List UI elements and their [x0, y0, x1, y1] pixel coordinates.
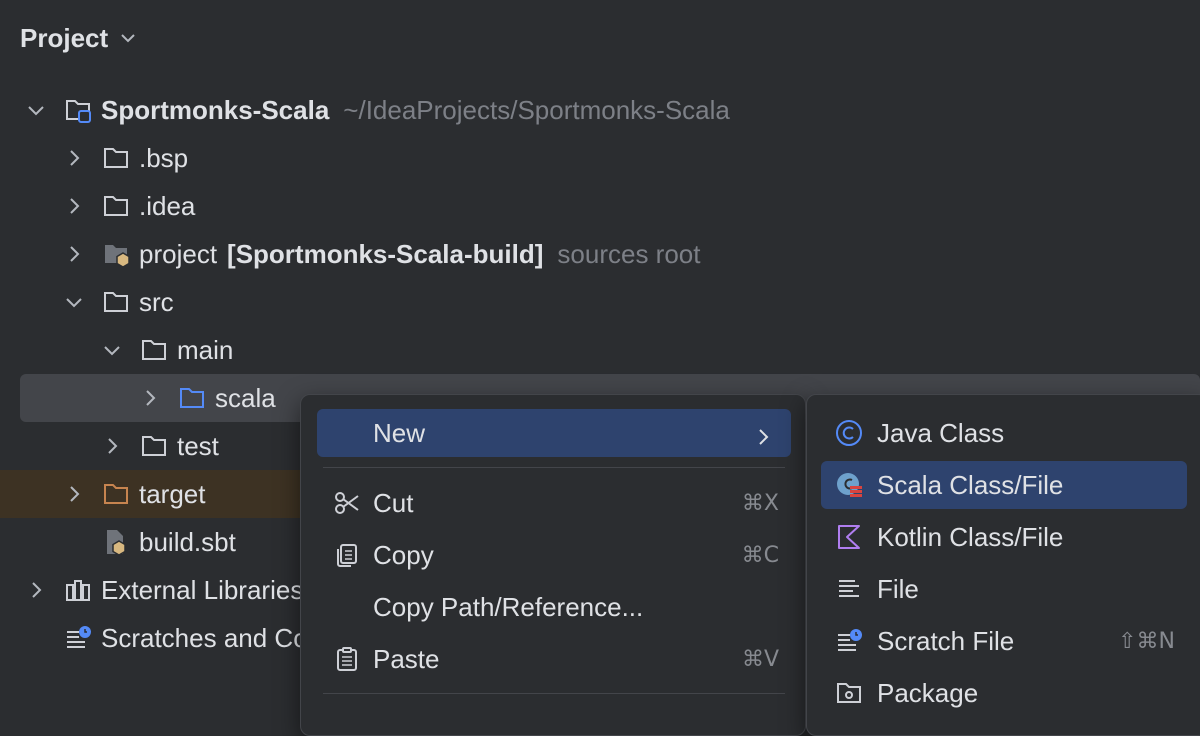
tree-item-target[interactable]: target	[64, 470, 206, 518]
menu-item-copy-path[interactable]: Copy Path/Reference...	[317, 583, 791, 631]
item-label: .idea	[139, 190, 196, 221]
menu-item-label: Scala Class/File	[877, 469, 1064, 500]
folder-icon	[102, 288, 130, 316]
item-label: .bsp	[139, 142, 189, 173]
submenu-item-scala-class[interactable]: Scala Class/File	[821, 461, 1187, 509]
menu-item-label: Copy	[373, 539, 434, 570]
scala-class-icon	[833, 469, 865, 501]
tree-item-root[interactable]: Sportmonks-Scala ~/IdeaProjects/Sportmon…	[26, 86, 730, 134]
scratch-file-icon	[833, 625, 865, 657]
menu-item-label: File	[877, 573, 919, 604]
menu-item-label: Cut	[373, 487, 414, 518]
submenu-item-kotlin-class[interactable]: Kotlin Class/File	[821, 513, 1187, 561]
submenu-item-package[interactable]: Package	[821, 669, 1187, 717]
sbt-file-icon	[102, 528, 130, 556]
menu-item-label: Java Class	[877, 417, 1005, 448]
menu-item-cut[interactable]: Cut ⌘X	[317, 479, 791, 527]
submenu-item-java-class[interactable]: Java Class	[821, 409, 1187, 457]
shortcut: ⌘V	[741, 646, 779, 672]
new-submenu: Java Class Scala Class/File Kotlin Class…	[806, 394, 1200, 736]
menu-item-label: Kotlin Class/File	[877, 521, 1064, 552]
chevron-down-icon[interactable]	[102, 340, 122, 360]
chevron-down-icon[interactable]	[26, 100, 46, 120]
item-label: project	[139, 238, 218, 269]
tree-item-bsp[interactable]: .bsp	[64, 134, 188, 182]
file-icon	[833, 573, 865, 605]
panel-title: Project	[20, 22, 109, 53]
item-label: test	[177, 430, 219, 461]
scratches-icon	[64, 624, 92, 652]
chevron-right-icon[interactable]	[64, 484, 84, 504]
item-label: External Libraries	[101, 574, 304, 605]
tree-item-test[interactable]: test	[102, 422, 219, 470]
chevron-right-icon[interactable]	[102, 436, 122, 456]
chevron-right-icon[interactable]	[64, 148, 84, 168]
library-icon	[64, 576, 92, 604]
chevron-right-icon[interactable]	[64, 244, 84, 264]
menu-item-paste[interactable]: Paste ⌘V	[317, 635, 791, 683]
chevron-right-icon[interactable]	[140, 388, 160, 408]
menu-item-label: New	[373, 417, 426, 448]
chevron-right-icon	[753, 423, 773, 454]
submenu-item-file[interactable]: File	[821, 565, 1187, 613]
package-icon	[833, 677, 865, 709]
item-label: src	[139, 286, 174, 317]
source-folder-icon	[178, 384, 206, 412]
submenu-item-scratch-file[interactable]: Scratch File ⇧⌘N	[821, 617, 1187, 665]
folder-icon	[140, 432, 168, 460]
context-menu: New Cut ⌘X Copy ⌘C Copy Path/Reference..…	[300, 394, 806, 736]
module-label: [Sportmonks-Scala-build]	[227, 238, 544, 269]
menu-item-label: Paste	[373, 643, 440, 674]
sources-root-note: sources root	[557, 238, 701, 269]
chevron-right-icon[interactable]	[26, 580, 46, 600]
item-label: build.sbt	[139, 526, 236, 557]
chevron-down-icon[interactable]	[118, 28, 138, 48]
menu-separator	[323, 693, 785, 694]
folder-icon	[102, 144, 130, 172]
menu-separator	[323, 467, 785, 468]
root-path: ~/IdeaProjects/Sportmonks-Scala	[343, 94, 730, 125]
shortcut: ⌘C	[741, 542, 779, 568]
tree-item-project[interactable]: project [Sportmonks-Scala-build] sources…	[64, 230, 700, 278]
menu-item-copy[interactable]: Copy ⌘C	[317, 531, 791, 579]
shortcut: ⇧⌘N	[1118, 628, 1175, 654]
excluded-folder-icon	[102, 480, 130, 508]
tree-item-build[interactable]: build.sbt	[64, 518, 236, 566]
scissors-icon	[331, 487, 363, 519]
tree-item-external-libraries[interactable]: External Libraries	[26, 566, 303, 614]
java-class-icon	[833, 417, 865, 449]
folder-icon	[102, 192, 130, 220]
module-folder-icon	[64, 96, 92, 124]
tree-item-src[interactable]: src	[64, 278, 174, 326]
tree-item-scala[interactable]: scala	[140, 374, 276, 422]
item-label: target	[139, 478, 206, 509]
menu-item-label: Package	[877, 677, 979, 708]
menu-item-label: Copy Path/Reference...	[373, 591, 644, 622]
tree-item-idea[interactable]: .idea	[64, 182, 195, 230]
project-view-header[interactable]: Project	[20, 20, 138, 56]
menu-item-new[interactable]: New	[317, 409, 791, 457]
clipboard-icon	[331, 643, 363, 675]
chevron-right-icon[interactable]	[64, 196, 84, 216]
tree-item-main[interactable]: main	[102, 326, 233, 374]
chevron-down-icon[interactable]	[64, 292, 84, 312]
menu-item-label: Scratch File	[877, 625, 1015, 656]
root-name: Sportmonks-Scala	[101, 94, 330, 125]
copy-icon	[331, 539, 363, 571]
sbt-folder-icon	[102, 240, 130, 268]
shortcut: ⌘X	[741, 490, 779, 516]
folder-icon	[140, 336, 168, 364]
item-label: scala	[215, 382, 276, 413]
kotlin-class-icon	[833, 521, 865, 553]
item-label: main	[177, 334, 234, 365]
